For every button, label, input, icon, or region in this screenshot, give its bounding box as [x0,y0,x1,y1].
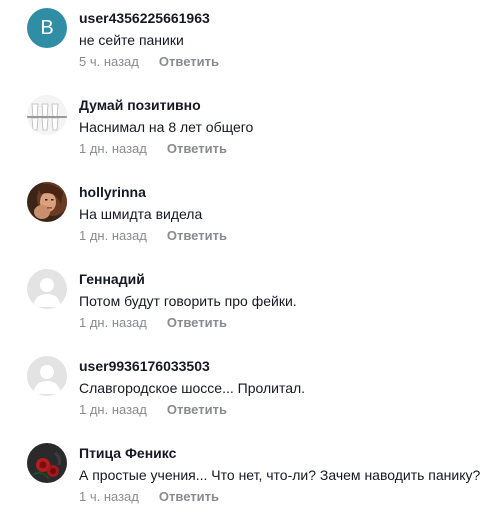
reply-button[interactable]: Ответить [159,489,219,504]
comment-username[interactable]: hollyrinna [79,183,146,201]
comment-meta: 1 ч. назад Ответить [79,488,219,506]
avatar[interactable] [27,182,67,222]
comment-item: Птица Феникс А простые учения... Что нет… [0,443,500,513]
comment-time: 1 дн. назад [79,402,147,417]
comment-item: Думай позитивно Наснимал на 8 лет общего… [0,95,500,165]
default-user-avatar-icon [27,356,67,396]
reply-button[interactable]: Ответить [167,315,227,330]
comment-text: Потом будут говорить про фейки. [79,293,297,309]
comment-time: 1 дн. назад [79,315,147,330]
roses-avatar-icon [27,443,67,483]
reply-button[interactable]: Ответить [167,141,227,156]
comment-item: B user4356225661963 не сейте паники 5 ч.… [0,8,500,78]
default-user-avatar-icon [27,269,67,309]
comment-username[interactable]: Геннадий [79,270,145,288]
comment-username[interactable]: user4356225661963 [79,9,210,27]
comment-username[interactable]: Птица Феникс [79,444,176,462]
comment-list: B user4356225661963 не сейте паники 5 ч.… [0,0,500,521]
reply-button[interactable]: Ответить [167,402,227,417]
comment-text: Наснимал на 8 лет общего [79,119,254,135]
avatar-letter: B [40,17,54,39]
comment-item: user9936176033503 Славгородское шоссе...… [0,356,500,426]
comment-meta: 1 дн. назад Ответить [79,140,227,158]
comment-time: 1 дн. назад [79,228,147,243]
avatar[interactable]: B [27,8,67,48]
comment-username[interactable]: Думай позитивно [79,96,201,114]
comment-text: На шмидта видела [79,206,203,222]
comment-text: Славгородское шоссе... Пролитал. [79,380,306,396]
comment-time: 1 дн. назад [79,141,147,156]
comment-item: hollyrinna На шмидта видела 1 дн. назад О… [0,182,500,252]
avatar[interactable] [27,443,67,483]
portrait-avatar-icon [27,182,67,222]
glasses-avatar-icon [27,95,67,135]
avatar[interactable] [27,95,67,135]
comment-meta: 1 дн. назад Ответить [79,227,227,245]
comment-text: А простые учения... Что нет, что-ли? Зач… [79,467,481,483]
comment-meta: 1 дн. назад Ответить [79,314,227,332]
avatar[interactable] [27,356,67,396]
comment-username[interactable]: user9936176033503 [79,357,210,375]
avatar[interactable] [27,269,67,309]
comment-text: не сейте паники [79,32,184,48]
comment-item: Геннадий Потом будут говорить про фейки.… [0,269,500,339]
comment-time: 1 ч. назад [79,489,139,504]
comment-meta: 5 ч. назад Ответить [79,53,219,71]
reply-button[interactable]: Ответить [159,54,219,69]
reply-button[interactable]: Ответить [167,228,227,243]
comment-meta: 1 дн. назад Ответить [79,401,227,419]
comment-time: 5 ч. назад [79,54,139,69]
